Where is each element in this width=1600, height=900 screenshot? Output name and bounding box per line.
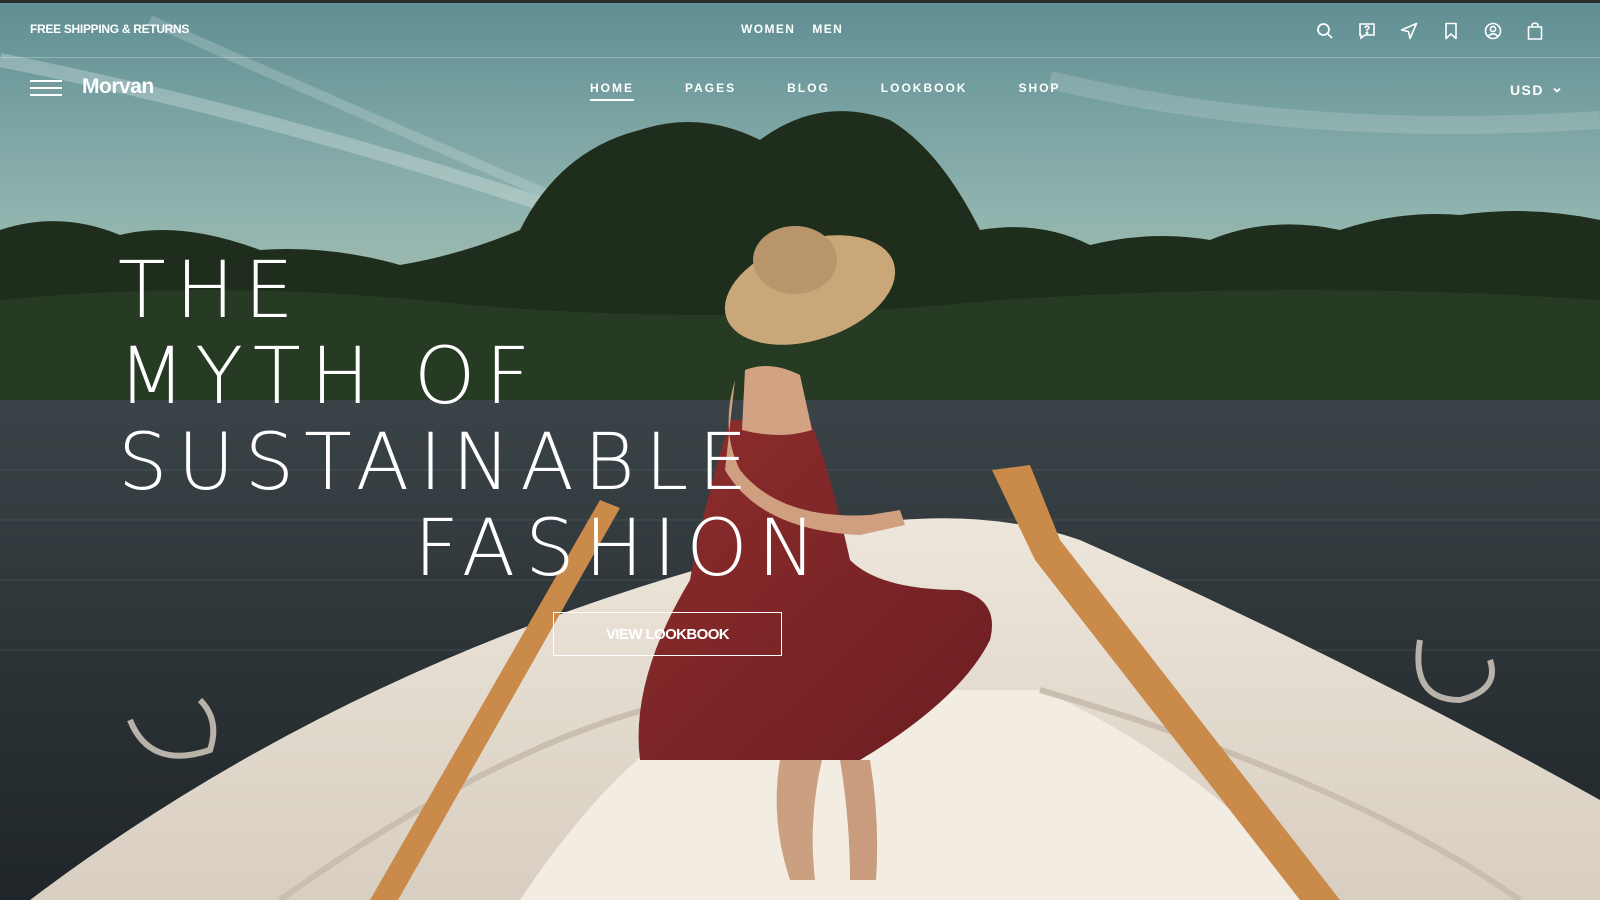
hero-headline: THE MYTH OF SUSTAINABLE FASHION <box>118 248 826 592</box>
brand-logo[interactable]: Morvan <box>82 75 154 99</box>
help-icon <box>1359 23 1375 40</box>
currency-selector[interactable]: USD <box>1510 82 1562 98</box>
headline-line: MYTH OF <box>118 332 541 422</box>
nav-men-link[interactable]: MEN <box>812 22 843 36</box>
nav-lookbook-link[interactable]: LOOKBOOK <box>881 81 968 101</box>
account-button[interactable] <box>1472 17 1514 45</box>
headline-line: FASHION <box>414 504 826 594</box>
bag-icon <box>1527 22 1543 40</box>
store-locator-button[interactable] <box>1388 17 1430 45</box>
main-navigation: Morvan HOME PAGES BLOG LOOKBOOK SHOP USD <box>0 58 1600 122</box>
location-icon <box>1400 22 1418 40</box>
headline-line: THE <box>118 246 304 336</box>
nav-shop-link[interactable]: SHOP <box>1018 81 1060 101</box>
search-icon <box>1317 23 1333 39</box>
headline-line: SUSTAINABLE <box>118 418 758 508</box>
wishlist-button[interactable] <box>1430 17 1472 45</box>
menu-line <box>30 80 62 82</box>
gender-nav: WOMEN MEN <box>741 22 843 36</box>
nav-home-link[interactable]: HOME <box>590 81 634 101</box>
nav-women-link[interactable]: WOMEN <box>741 22 795 36</box>
bookmark-icon <box>1445 22 1457 40</box>
chevron-down-icon <box>1553 87 1561 93</box>
nav-pages-link[interactable]: PAGES <box>685 81 736 101</box>
primary-menu: HOME PAGES BLOG LOOKBOOK SHOP <box>590 81 1060 101</box>
cart-button[interactable] <box>1514 17 1556 45</box>
menu-line <box>30 94 62 96</box>
page: FREE SHIPPING & RETURNS WOMEN MEN Morvan… <box>0 0 1600 900</box>
header-icons <box>1304 17 1556 45</box>
view-lookbook-button[interactable]: VIEW LOOKBOOK <box>553 612 782 656</box>
menu-line <box>30 87 62 89</box>
nav-blog-link[interactable]: BLOG <box>787 81 830 101</box>
account-icon <box>1484 22 1502 40</box>
menu-toggle-icon[interactable] <box>30 80 62 96</box>
shipping-promo-text: FREE SHIPPING & RETURNS <box>30 22 190 36</box>
help-button[interactable] <box>1346 17 1388 45</box>
announcement-bar: FREE SHIPPING & RETURNS WOMEN MEN <box>0 3 1600 58</box>
currency-value: USD <box>1509 82 1544 98</box>
search-button[interactable] <box>1304 17 1346 45</box>
